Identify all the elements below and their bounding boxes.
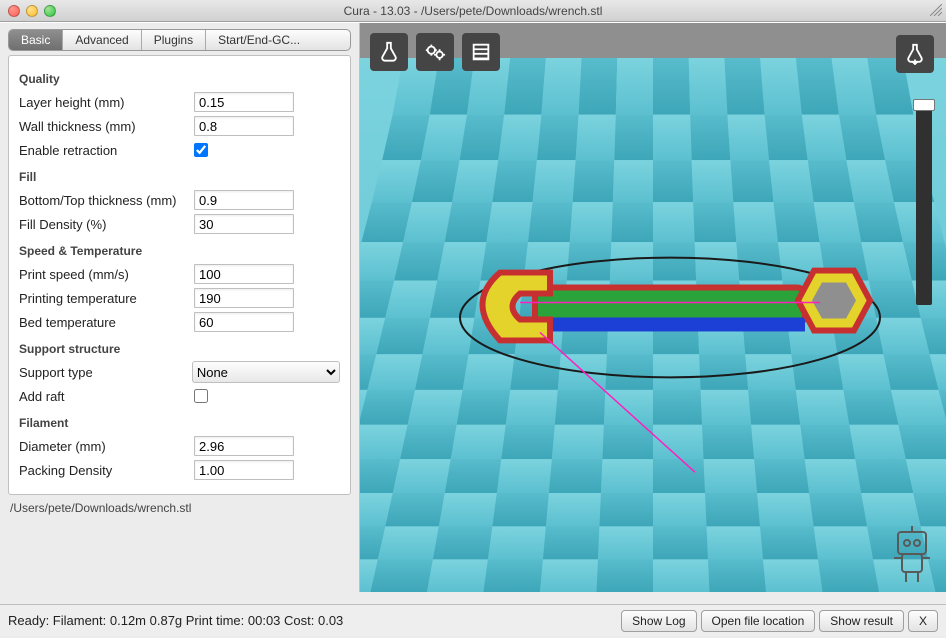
input-wall-thickness[interactable]	[194, 116, 294, 136]
row-support-type: Support type None	[19, 360, 340, 384]
tab-advanced[interactable]: Advanced	[63, 30, 141, 50]
tab-plugins[interactable]: Plugins	[142, 30, 206, 50]
label-bed-temp: Bed temperature	[19, 315, 194, 330]
label-add-raft: Add raft	[19, 389, 194, 404]
row-diameter: Diameter (mm)	[19, 434, 340, 458]
section-support-heading: Support structure	[19, 342, 340, 356]
ultimaker-robot-icon	[888, 524, 936, 584]
label-diameter: Diameter (mm)	[19, 439, 194, 454]
close-window-icon[interactable]	[8, 5, 20, 17]
label-bottom-top: Bottom/Top thickness (mm)	[19, 193, 194, 208]
save-gcode-button[interactable]	[896, 35, 934, 73]
input-fill-density[interactable]	[194, 214, 294, 234]
label-print-temp: Printing temperature	[19, 291, 194, 306]
status-text: Ready: Filament: 0.12m 0.87g Print time:…	[8, 613, 343, 628]
layer-view-button[interactable]	[462, 33, 500, 71]
section-filament-heading: Filament	[19, 416, 340, 430]
input-layer-height[interactable]	[194, 92, 294, 112]
row-layer-height: Layer height (mm)	[19, 90, 340, 114]
settings-sidebar: Basic Advanced Plugins Start/End-GC... Q…	[0, 23, 360, 592]
section-fill-heading: Fill	[19, 170, 340, 184]
titlebar: Cura - 13.03 - /Users/pete/Downloads/wre…	[0, 0, 946, 22]
show-result-button[interactable]: Show result	[819, 610, 904, 632]
layer-slider-track[interactable]	[916, 105, 932, 305]
close-status-button[interactable]: X	[908, 610, 938, 632]
label-packing: Packing Density	[19, 463, 194, 478]
row-bed-temp: Bed temperature	[19, 310, 340, 334]
section-quality-heading: Quality	[19, 72, 340, 86]
flask-down-icon	[904, 43, 926, 65]
input-print-temp[interactable]	[194, 288, 294, 308]
input-bottom-top[interactable]	[194, 190, 294, 210]
show-log-button[interactable]: Show Log	[621, 610, 696, 632]
checkbox-enable-retraction[interactable]	[194, 143, 208, 157]
row-packing: Packing Density	[19, 458, 340, 482]
label-enable-retraction: Enable retraction	[19, 143, 194, 158]
label-print-speed: Print speed (mm/s)	[19, 267, 194, 282]
tabs: Basic Advanced Plugins Start/End-GC...	[8, 29, 351, 51]
layer-slider-handle[interactable]	[913, 99, 935, 111]
tab-start-end-gcode[interactable]: Start/End-GC...	[206, 30, 312, 50]
settings-panel: Quality Layer height (mm) Wall thickness…	[8, 55, 351, 495]
open-file-location-button[interactable]: Open file location	[701, 610, 816, 632]
section-speed-temp-heading: Speed & Temperature	[19, 244, 340, 258]
minimize-window-icon[interactable]	[26, 5, 38, 17]
viewport-toolbar	[370, 33, 500, 71]
row-add-raft: Add raft	[19, 384, 340, 408]
row-bottom-top: Bottom/Top thickness (mm)	[19, 188, 340, 212]
load-model-button[interactable]	[370, 33, 408, 71]
label-wall-thickness: Wall thickness (mm)	[19, 119, 194, 134]
row-fill-density: Fill Density (%)	[19, 212, 340, 236]
build-plate	[360, 23, 946, 592]
layers-icon	[470, 41, 492, 63]
input-packing[interactable]	[194, 460, 294, 480]
titlebar-text: Cura - 13.03 - /Users/pete/Downloads/wre…	[0, 4, 946, 18]
select-support-type[interactable]: None	[192, 361, 340, 383]
label-layer-height: Layer height (mm)	[19, 95, 194, 110]
input-diameter[interactable]	[194, 436, 294, 456]
status-buttons: Show Log Open file location Show result …	[621, 610, 938, 632]
label-support-type: Support type	[19, 365, 192, 380]
label-fill-density: Fill Density (%)	[19, 217, 194, 232]
zoom-window-icon[interactable]	[44, 5, 56, 17]
input-print-speed[interactable]	[194, 264, 294, 284]
row-wall-thickness: Wall thickness (mm)	[19, 114, 340, 138]
tab-basic[interactable]: Basic	[9, 30, 63, 50]
row-enable-retraction: Enable retraction	[19, 138, 340, 162]
file-path-label: /Users/pete/Downloads/wrench.stl	[10, 501, 349, 515]
resize-grip-icon[interactable]	[930, 4, 942, 16]
checkbox-add-raft[interactable]	[194, 389, 208, 403]
gears-icon	[424, 41, 446, 63]
prepare-button[interactable]	[416, 33, 454, 71]
input-bed-temp[interactable]	[194, 312, 294, 332]
status-bar: Ready: Filament: 0.12m 0.87g Print time:…	[0, 604, 946, 636]
row-print-speed: Print speed (mm/s)	[19, 262, 340, 286]
row-print-temp: Printing temperature	[19, 286, 340, 310]
window-controls	[8, 5, 56, 17]
flask-icon	[378, 41, 400, 63]
viewport-3d[interactable]	[360, 23, 946, 592]
